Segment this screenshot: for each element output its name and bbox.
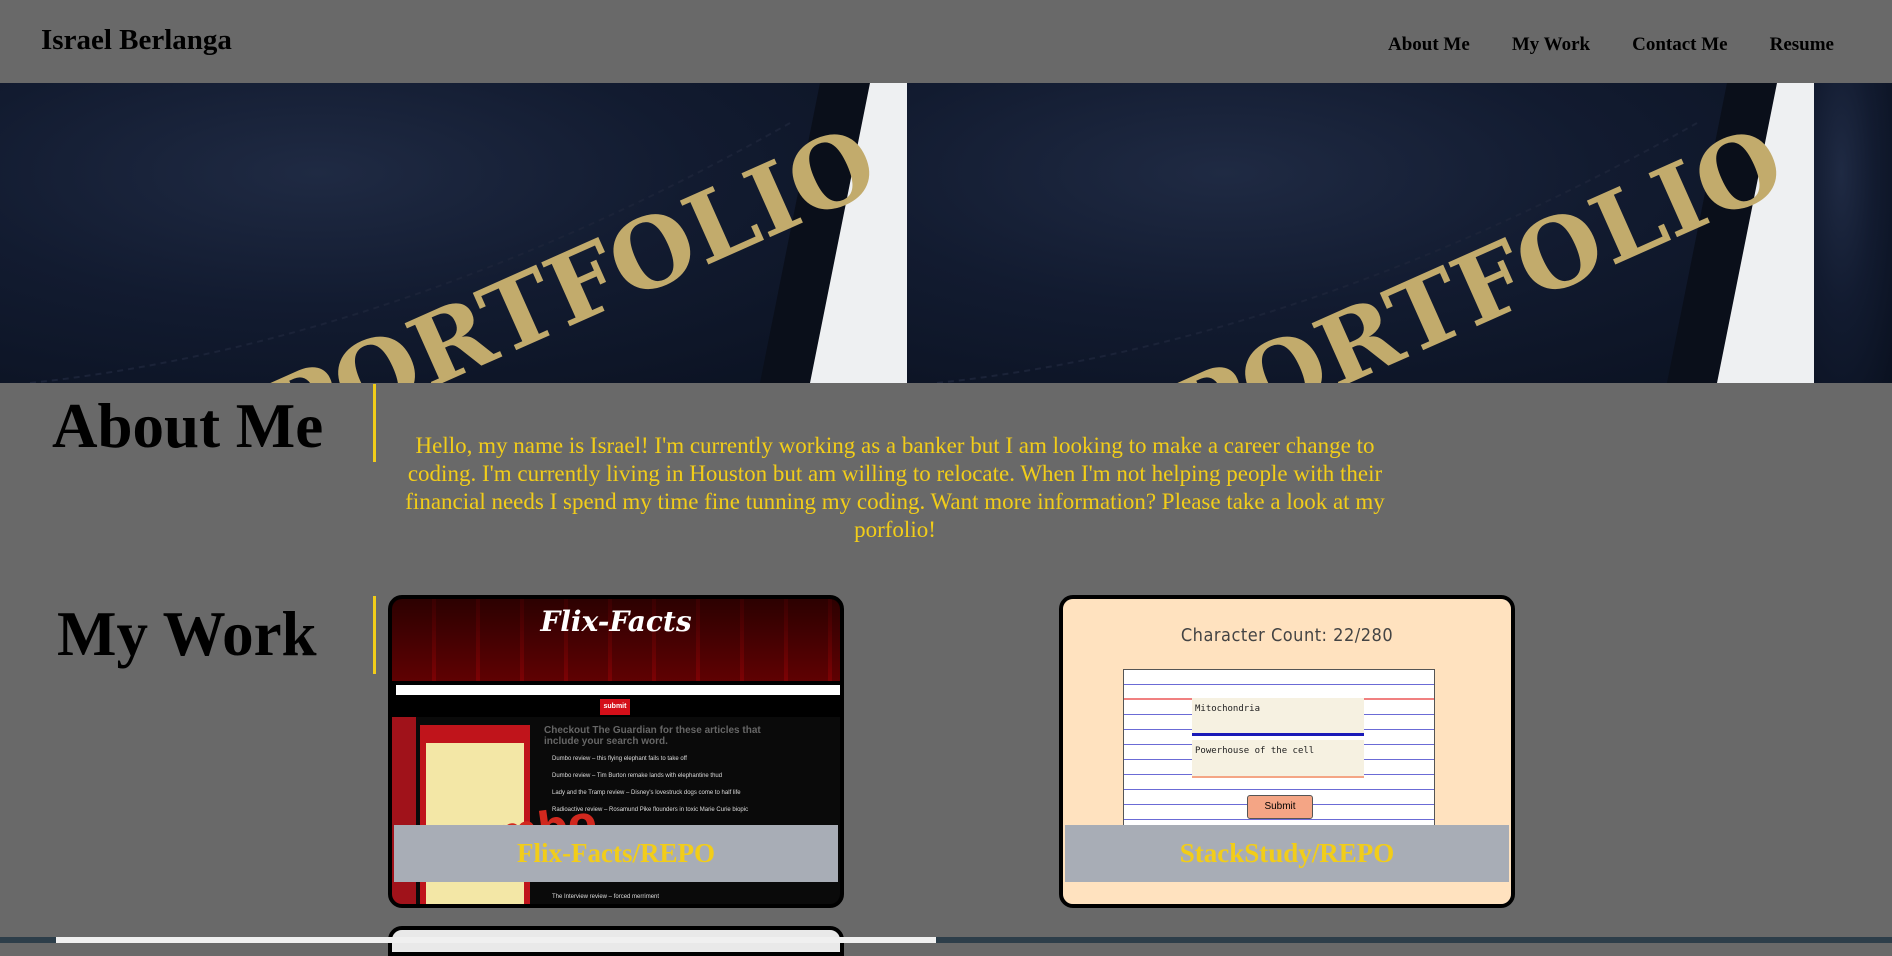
flix-facts-preview-heading: Checkout The Guardian for these articles… [544,725,761,747]
bottom-strip-highlight [56,937,936,943]
project-card-flix-facts[interactable]: Flix-Facts submit Dumbo Checkout The Gua… [388,595,844,908]
hero-banner: PORTFOLIO PORTFOLIO [0,83,1892,383]
list-item: Radioactive review – Rosamund Pike floun… [552,807,749,813]
site-brand[interactable]: Israel Berlanga [41,24,232,57]
stackstudy-repo-link[interactable]: StackStudy/REPO [1065,825,1509,882]
list-item: Dumbo review – this flying elephant fail… [552,756,687,762]
stackstudy-flashcard: Mitochondria Powerhouse of the cell Subm… [1123,669,1435,829]
nav-my-work[interactable]: My Work [1512,34,1590,56]
nav-contact-me[interactable]: Contact Me [1632,34,1728,56]
stackstudy-submit-button: Submit [1247,795,1313,819]
nav-resume[interactable]: Resume [1770,34,1834,56]
flix-facts-repo-link[interactable]: Flix-Facts/REPO [394,825,838,882]
term-input: Mitochondria [1192,698,1364,736]
main-nav: About Me My Work Contact Me Resume [1388,34,1834,56]
flix-facts-preview-title: Flix-Facts [540,605,692,638]
bottom-strip [0,937,1892,943]
about-divider [373,384,376,462]
work-divider [373,596,376,674]
nav-about-me[interactable]: About Me [1388,34,1470,56]
definition-input: Powerhouse of the cell [1192,740,1364,778]
about-title: About Me [52,391,324,461]
about-text: Hello, my name is Israel! I'm currently … [405,433,1385,542]
list-item: The Interview review – forced merriment [552,894,660,900]
flix-facts-preview-search [396,685,840,695]
hero-image-repeat: PORTFOLIO [907,83,1814,383]
project-card-stackstudy[interactable]: Character Count: 22/280 Mitochondria Pow… [1059,595,1515,908]
hero-image: PORTFOLIO [0,83,907,383]
flix-facts-preview-submit: submit [600,699,630,715]
character-count: Character Count: 22/280 [1180,625,1394,646]
hero-image-edge [1814,83,1892,383]
list-item: Dumbo review – Tim Burton remake lands w… [552,773,723,779]
work-title: My Work [57,599,317,669]
list-item: Lady and the Tramp review – Disney's lov… [552,790,741,796]
site-header: Israel Berlanga About Me My Work Contact… [0,0,1892,83]
